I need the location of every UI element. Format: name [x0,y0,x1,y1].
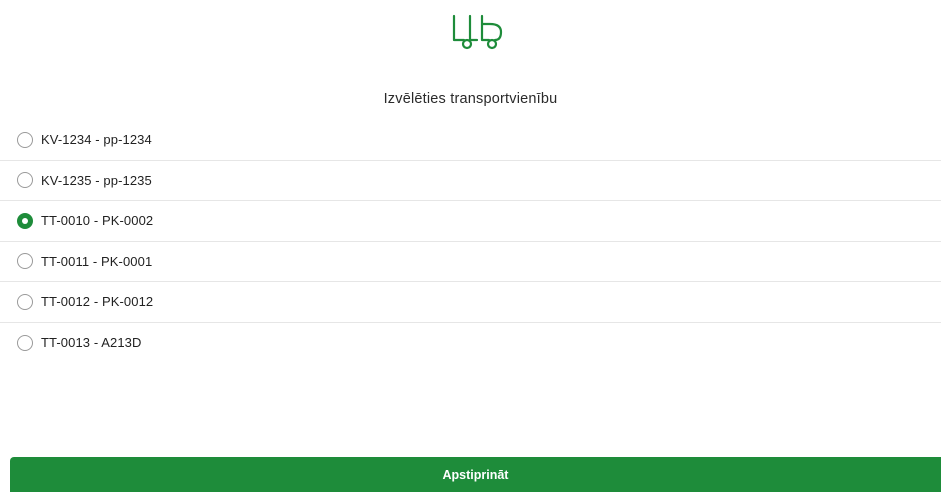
vehicle-option-label: TT-0012 - PK-0012 [41,294,154,310]
radio-button[interactable] [17,293,33,310]
vehicle-option-label: KV-1235 - pp-1235 [41,172,152,188]
vehicle-option[interactable]: TT-0011 - PK-0001 [0,242,941,282]
page-title: Izvēlēties transportvienību [383,91,558,107]
radio-button[interactable] [17,334,33,351]
radio-button[interactable] [17,253,33,270]
vehicle-select-screen: Izvēlēties transportvienību KV-1234 - pp… [0,0,941,492]
vehicle-option[interactable]: KV-1235 - pp-1235 [0,161,941,201]
vehicle-option-label: TT-0011 - PK-0001 [41,253,153,269]
radio-button[interactable] [17,131,33,148]
vehicle-option[interactable]: TT-0012 - PK-0012 [0,282,941,323]
vehicle-option-selected[interactable]: TT-0010 - PK-0002 [0,201,941,242]
confirm-button[interactable]: Apstiprināt [10,457,941,492]
radio-button-checked[interactable] [17,212,33,229]
vehicle-list: KV-1234 - pp-1234 KV-1235 - pp-1235 TT-0… [0,120,941,363]
vehicle-option-label: TT-0013 - A213D [41,335,142,351]
radio-button[interactable] [17,172,33,189]
vehicle-option[interactable]: TT-0013 - A213D [0,323,941,364]
vehicle-option[interactable]: KV-1234 - pp-1234 [0,120,941,161]
vehicle-option-label: TT-0010 - PK-0002 [41,213,154,229]
truck-trailer-icon [452,14,503,50]
vehicle-option-label: KV-1234 - pp-1234 [41,132,152,148]
